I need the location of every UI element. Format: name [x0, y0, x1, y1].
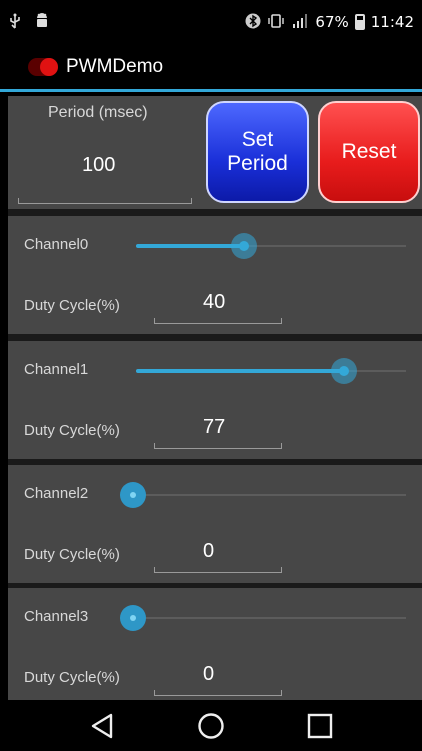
main-content: Period (msec) 100 Set Period Reset Chann… — [8, 96, 422, 706]
status-left — [8, 12, 50, 32]
status-right: 67% 11:42 — [245, 13, 414, 32]
channel-panel-3: Channel3 Duty Cycle(%) 0 — [8, 588, 422, 706]
recents-icon[interactable] — [300, 706, 340, 746]
channel-panel-0: Channel0 Duty Cycle(%) 40 — [8, 216, 422, 334]
slider-track — [120, 617, 406, 619]
duty-slider-3[interactable] — [120, 605, 406, 631]
duty-slider-2[interactable] — [120, 482, 406, 508]
duty-input-underline — [154, 443, 282, 449]
period-input[interactable]: 100 — [82, 154, 115, 177]
channel-panel-2: Channel2 Duty Cycle(%) 0 — [8, 465, 422, 583]
vibrate-icon — [267, 13, 285, 32]
app-title: PWMDemo — [66, 55, 164, 77]
slider-fill — [136, 244, 244, 248]
period-input-underline — [18, 198, 192, 204]
duty-slider-1[interactable] — [136, 358, 406, 384]
nav-bar — [0, 700, 422, 751]
bluetooth-icon — [245, 13, 261, 32]
channel-label: Channel2 — [24, 485, 89, 502]
channel-label: Channel1 — [24, 361, 89, 378]
slider-thumb[interactable] — [330, 358, 357, 384]
period-label: Period (msec) — [48, 104, 148, 121]
set-period-button[interactable]: Set Period — [206, 101, 309, 203]
set-period-label-line1: Set — [241, 127, 274, 151]
duty-cycle-label: Duty Cycle(%) — [24, 297, 120, 314]
home-icon[interactable] — [191, 706, 231, 746]
period-panel: Period (msec) 100 Set Period Reset — [8, 96, 422, 209]
app-logo-icon — [28, 57, 58, 76]
app-bar: PWMDemo — [0, 44, 422, 92]
battery-percent: 67% — [315, 13, 349, 31]
duty-cycle-label: Duty Cycle(%) — [24, 669, 120, 686]
duty-cycle-input[interactable]: 0 — [203, 663, 214, 686]
duty-input-underline — [154, 318, 282, 324]
slider-track — [120, 494, 406, 496]
android-debug-icon — [34, 12, 50, 32]
status-bar: 67% 11:42 — [0, 0, 422, 44]
duty-cycle-input[interactable]: 0 — [203, 540, 214, 563]
channel-panel-1: Channel1 Duty Cycle(%) 77 — [8, 341, 422, 459]
duty-cycle-label: Duty Cycle(%) — [24, 546, 120, 563]
channel-label: Channel3 — [24, 608, 89, 625]
duty-cycle-input[interactable]: 77 — [203, 416, 225, 439]
duty-slider-0[interactable] — [136, 233, 406, 259]
slider-fill — [136, 369, 344, 373]
duty-input-underline — [154, 690, 282, 696]
reset-label: Reset — [341, 139, 397, 163]
slider-thumb[interactable] — [120, 605, 146, 631]
set-period-label-line2: Period — [227, 152, 288, 175]
channel-label: Channel0 — [24, 236, 89, 253]
clock: 11:42 — [370, 13, 414, 31]
reset-button[interactable]: Reset — [318, 101, 420, 203]
duty-input-underline — [154, 567, 282, 573]
signal-icon — [291, 13, 309, 32]
slider-thumb[interactable] — [120, 482, 146, 508]
duty-cycle-label: Duty Cycle(%) — [24, 422, 120, 439]
slider-thumb[interactable] — [231, 233, 257, 259]
duty-cycle-input[interactable]: 40 — [203, 291, 225, 314]
battery-icon — [354, 14, 365, 30]
back-icon[interactable] — [82, 706, 122, 746]
usb-icon — [8, 13, 22, 32]
